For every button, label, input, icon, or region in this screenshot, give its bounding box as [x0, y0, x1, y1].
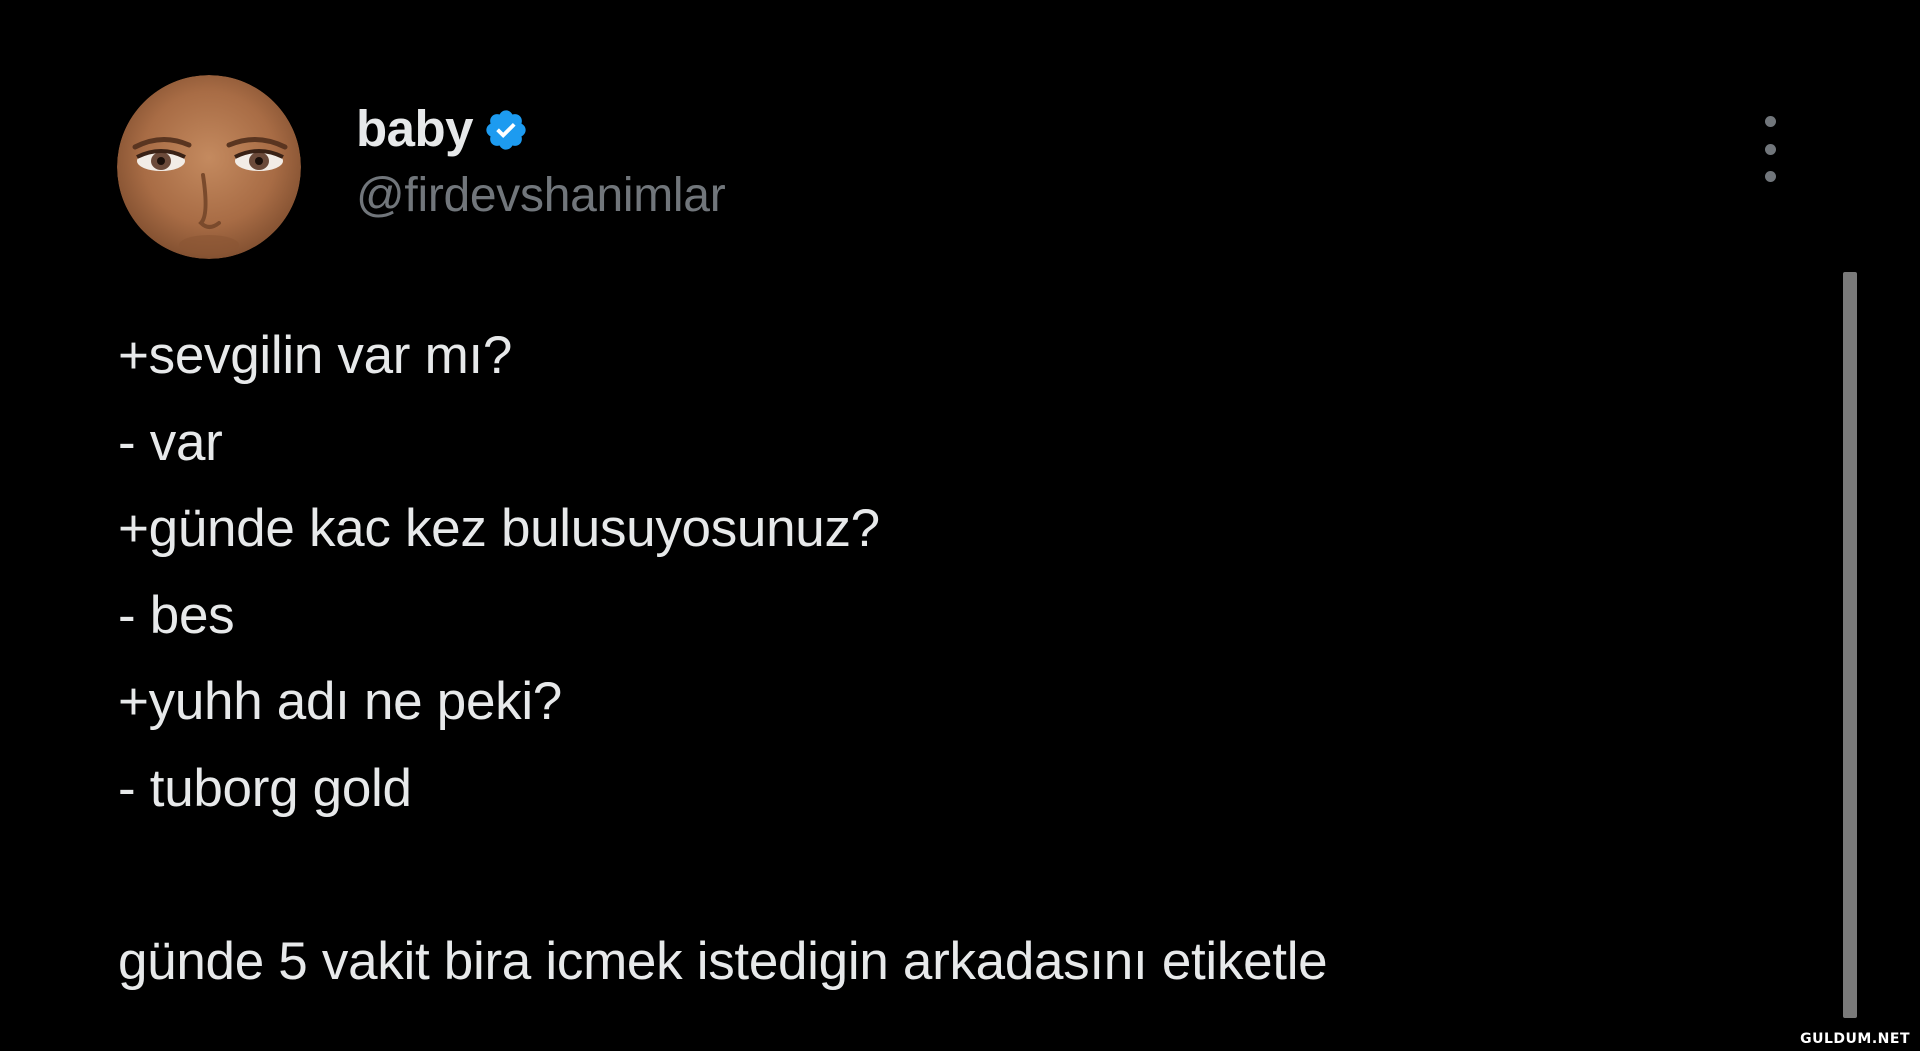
tweet-text-line: +günde kac kez bulusuyosunuz?	[118, 499, 880, 558]
tweet-text-line: - var	[118, 412, 223, 472]
author-handle[interactable]: @firdevshanimlar	[356, 168, 726, 223]
tweet-author: baby @firdevshanimlar	[356, 96, 726, 223]
memoji-avatar-image	[117, 75, 301, 259]
tweet-text: +sevgilin var mı? - var +günde kac kez b…	[118, 313, 1758, 1005]
scrollbar[interactable]	[1843, 272, 1857, 1018]
avatar[interactable]	[117, 75, 301, 259]
tweet-text-line: +sevgilin var mı?	[118, 326, 513, 385]
more-options-button[interactable]	[1750, 116, 1790, 182]
watermark: GULDUM.NET	[1796, 1029, 1914, 1049]
tweet-text-line: - bes	[118, 585, 235, 645]
tweet-card: baby @firdevshanimlar +sevgilin var mı? …	[0, 0, 1920, 1051]
tweet-text-line: - tuborg gold	[118, 758, 412, 818]
more-vertical-icon-dot	[1764, 171, 1776, 182]
tweet-text-blank-line	[118, 832, 1758, 919]
author-name-row: baby	[356, 96, 725, 160]
author-display-name[interactable]: baby	[356, 99, 474, 158]
tweet-text-line: günde 5 vakit bira icmek istedigin arkad…	[118, 931, 1328, 991]
more-vertical-icon	[1764, 116, 1776, 127]
tweet-text-line: +yuhh adı ne peki?	[118, 672, 562, 731]
more-vertical-icon-dot	[1764, 143, 1776, 155]
verified-badge-icon	[483, 107, 529, 153]
